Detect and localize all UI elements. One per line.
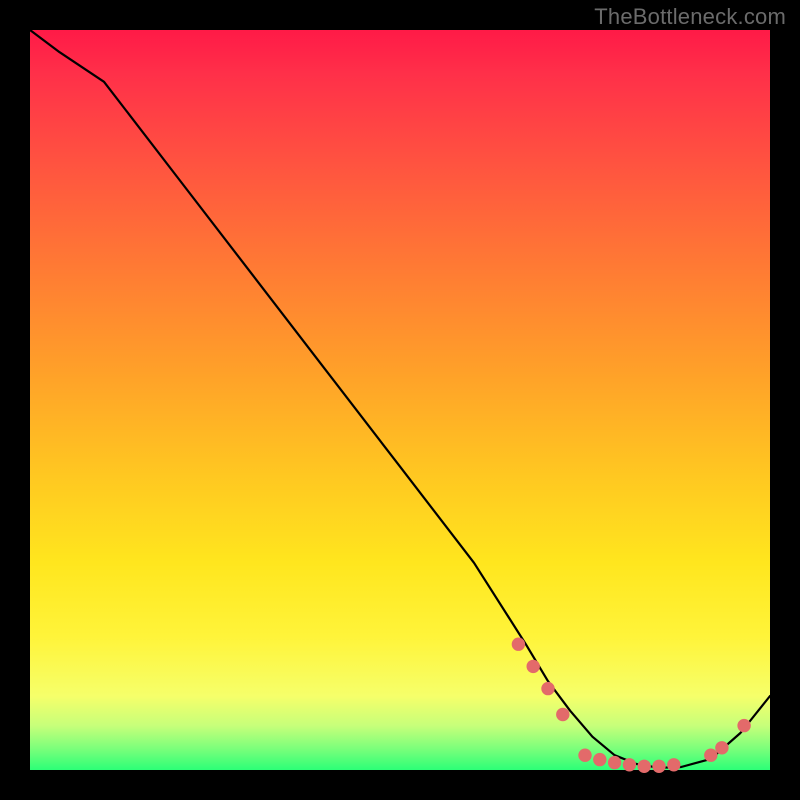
highlight-marker [715, 741, 728, 754]
highlight-marker [556, 708, 569, 721]
highlight-marker [737, 719, 750, 732]
plot-area [30, 30, 770, 770]
highlight-marker [541, 682, 554, 695]
bottleneck-curve [30, 30, 770, 768]
highlight-marker [623, 758, 636, 771]
highlight-marker [667, 758, 680, 771]
highlight-marker [593, 753, 606, 766]
highlight-marker [704, 749, 717, 762]
highlight-marker [652, 760, 665, 773]
highlight-marker [512, 638, 525, 651]
highlight-marker [527, 660, 540, 673]
curve-svg [30, 30, 770, 770]
highlight-markers [512, 638, 751, 774]
highlight-marker [608, 756, 621, 769]
highlight-marker [638, 760, 651, 773]
watermark-text: TheBottleneck.com [594, 4, 786, 30]
chart-frame: TheBottleneck.com [0, 0, 800, 800]
highlight-marker [578, 749, 591, 762]
